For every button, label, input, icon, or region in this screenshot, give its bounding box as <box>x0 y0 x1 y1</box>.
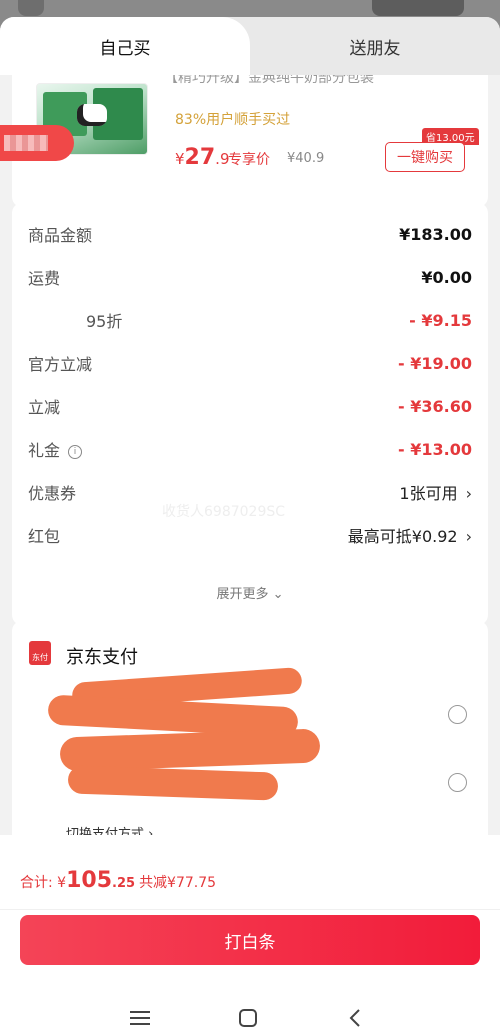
summary-row-official-cut: 官方立减 - ¥19.00 <box>28 353 472 375</box>
info-icon[interactable]: i <box>68 444 83 459</box>
order-summary-card: 收货人6987029SC 商品金额 ¥183.00 运费 ¥0.00 95折 -… <box>12 203 488 625</box>
divider <box>0 909 500 910</box>
share-star-icons[interactable] <box>372 0 464 16</box>
payment-card: 东付 京东支付 切换支付方式 › <box>12 621 488 851</box>
one-click-buy-button[interactable]: 一键购买 <box>385 142 465 172</box>
tab-bar: 自己买 送朋友 <box>0 17 500 75</box>
payment-option-radio[interactable] <box>448 773 467 792</box>
recommended-product-card: 【精巧升级】金典纯牛奶部分包装 83%用户顺手买过 ¥27.9 专享价 ¥40.… <box>12 75 488 207</box>
checkout-sheet: 自己买 送朋友 【精巧升级】金典纯牛奶部分包装 83%用户顺手买过 ¥27.9 … <box>0 17 500 1035</box>
back-arrow-icon[interactable] <box>340 1003 370 1033</box>
product-subtitle: 83%用户顺手买过 <box>175 112 291 128</box>
price-tag: 专享价 <box>228 152 270 168</box>
redacted-label <box>0 125 74 161</box>
checkout-footer: 合计: ¥105.25 共减¥77.75 打白条 <box>0 835 500 1035</box>
original-price: ¥40.9 <box>287 151 325 166</box>
summary-row-gift: 礼金 i - ¥13.00 <box>28 439 472 461</box>
product-title: 【精巧升级】金典纯牛奶部分包装 <box>164 75 374 86</box>
summary-row-discount: 95折 - ¥9.15 <box>86 310 472 332</box>
chevron-right-icon: › <box>465 527 472 546</box>
total-saved: 共减¥77.75 <box>139 875 217 891</box>
summary-row-coupon[interactable]: 优惠券 1张可用 › <box>28 477 472 507</box>
jd-pay-icon: 东付 <box>29 641 51 665</box>
menu-icon[interactable] <box>125 1003 155 1033</box>
summary-row-shipping: 运费 ¥0.00 <box>28 267 472 289</box>
total-amount: 合计: ¥105.25 共减¥77.75 <box>20 868 217 893</box>
home-icon[interactable] <box>233 1003 263 1033</box>
redaction-scribble <box>67 765 279 801</box>
summary-row-goods: 商品金额 ¥183.00 <box>28 224 472 246</box>
chevron-right-icon: › <box>465 484 472 503</box>
payment-title: 京东支付 <box>66 647 138 668</box>
tab-send-friend[interactable]: 送朋友 <box>250 17 500 75</box>
back-icon[interactable] <box>18 0 44 16</box>
summary-row-instant-cut: 立减 - ¥36.60 <box>28 396 472 418</box>
summary-row-redpacket[interactable]: 红包 最高可抵¥0.92 › <box>28 520 472 550</box>
product-price: ¥27.9 <box>175 145 230 170</box>
pay-baitiao-button[interactable]: 打白条 <box>20 915 480 965</box>
tab-self-buy[interactable]: 自己买 <box>0 17 250 75</box>
redaction-scribble <box>59 728 321 772</box>
expand-more-link[interactable]: 展开更多 ⌄ <box>12 583 488 602</box>
payment-option-radio[interactable] <box>448 705 467 724</box>
